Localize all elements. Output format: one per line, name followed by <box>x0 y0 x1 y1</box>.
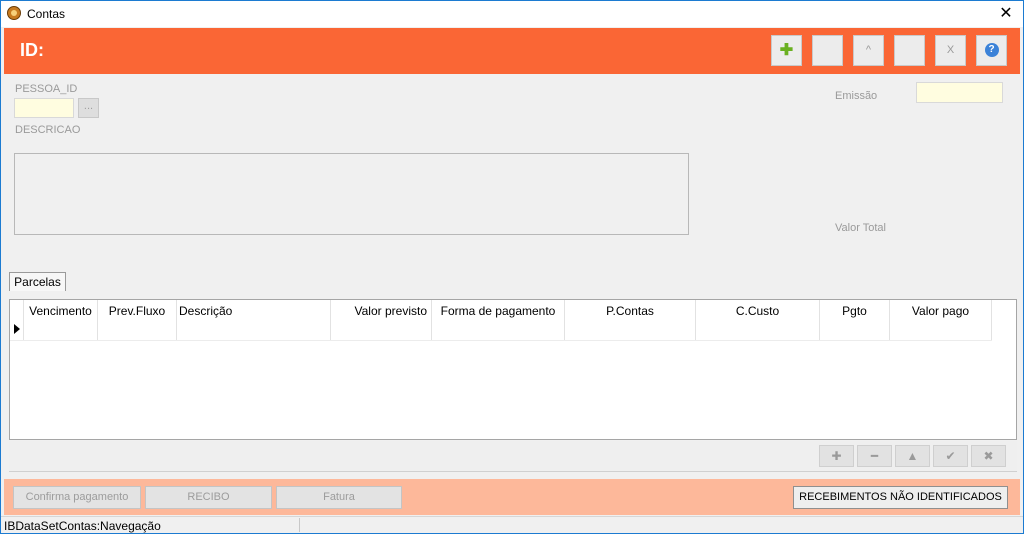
fatura-button[interactable]: Fatura <box>276 486 402 509</box>
confirma-pagamento-button[interactable]: Confirma pagamento <box>13 486 141 509</box>
grid-header: Vencimento Prev.Fluxo Descrição Valor pr… <box>10 300 992 340</box>
descricao-memo[interactable] <box>14 153 689 235</box>
valor-total-label: Valor Total <box>835 222 886 234</box>
nav-post-button[interactable]: ✔ <box>933 445 968 467</box>
blank-button-1[interactable] <box>812 35 843 66</box>
contas-window: Contas ✕ ID: ✚ ^ X ? PESSOA_ID ... DESCR… <box>0 0 1024 534</box>
parcelas-grid[interactable]: Vencimento Prev.Fluxo Descrição Valor pr… <box>9 299 1017 440</box>
nav-cancel-button[interactable]: ✖ <box>971 445 1006 467</box>
help-icon: ? <box>984 43 999 58</box>
col-forma-pagamento[interactable]: Forma de pagamento <box>432 300 565 340</box>
nav-delete-button[interactable]: ━ <box>857 445 892 467</box>
title-bar: Contas ✕ <box>1 1 1023 27</box>
recibo-button[interactable]: RECIBO <box>145 486 272 509</box>
col-c-custo[interactable]: C.Custo <box>696 300 820 340</box>
grid-row-divider <box>10 340 992 341</box>
cancel-button[interactable]: X <box>935 35 966 66</box>
col-valor-previsto[interactable]: Valor previsto <box>331 300 432 340</box>
close-button[interactable]: ✕ <box>989 1 1023 27</box>
header-bar: ID: ✚ ^ X ? <box>4 28 1020 74</box>
col-p-contas[interactable]: P.Contas <box>565 300 696 340</box>
col-pgto[interactable]: Pgto <box>820 300 890 340</box>
add-button[interactable]: ✚ <box>771 35 802 66</box>
col-prev-fluxo[interactable]: Prev.Fluxo <box>98 300 177 340</box>
col-vencimento[interactable]: Vencimento <box>24 300 98 340</box>
pessoa-id-input[interactable] <box>14 98 74 118</box>
recebimentos-nao-identificados-button[interactable]: RECEBIMENTOS NÃO IDENTIFICADOS <box>793 486 1008 509</box>
grid-navigator: ✚ ━ ▲ ✔ ✖ <box>9 441 1017 472</box>
status-bar: IBDataSetContas:Navegação <box>1 516 1023 533</box>
pessoa-id-label: PESSOA_ID <box>15 83 78 95</box>
emissao-label: Emissão <box>835 90 878 102</box>
plus-icon: ✚ <box>831 449 842 463</box>
x-icon: ✖ <box>983 449 994 463</box>
up-triangle-icon: ▲ <box>906 449 919 463</box>
col-valor-pago[interactable]: Valor pago <box>890 300 992 340</box>
blank-button-2[interactable] <box>894 35 925 66</box>
help-button[interactable]: ? <box>976 35 1007 66</box>
col-descricao[interactable]: Descrição <box>177 300 331 340</box>
nav-edit-button[interactable]: ▲ <box>895 445 930 467</box>
tab-parcelas[interactable]: Parcelas <box>9 272 66 291</box>
check-icon: ✔ <box>945 449 956 463</box>
row-indicator-icon <box>10 300 24 340</box>
plus-icon: ✚ <box>779 42 794 59</box>
status-separator <box>299 518 300 532</box>
id-label: ID: <box>20 40 44 60</box>
descricao-label: DESCRICAO <box>15 124 81 136</box>
pessoa-lookup-button[interactable]: ... <box>78 98 99 118</box>
window-title: Contas <box>27 7 66 21</box>
app-icon <box>7 6 21 20</box>
footer-bar: Confirma pagamento RECIBO Fatura RECEBIM… <box>4 479 1020 515</box>
nav-insert-button[interactable]: ✚ <box>819 445 854 467</box>
up-button[interactable]: ^ <box>853 35 884 66</box>
emissao-input[interactable] <box>916 82 1003 103</box>
status-text: IBDataSetContas:Navegação <box>4 519 161 533</box>
minus-icon: ━ <box>870 449 879 463</box>
